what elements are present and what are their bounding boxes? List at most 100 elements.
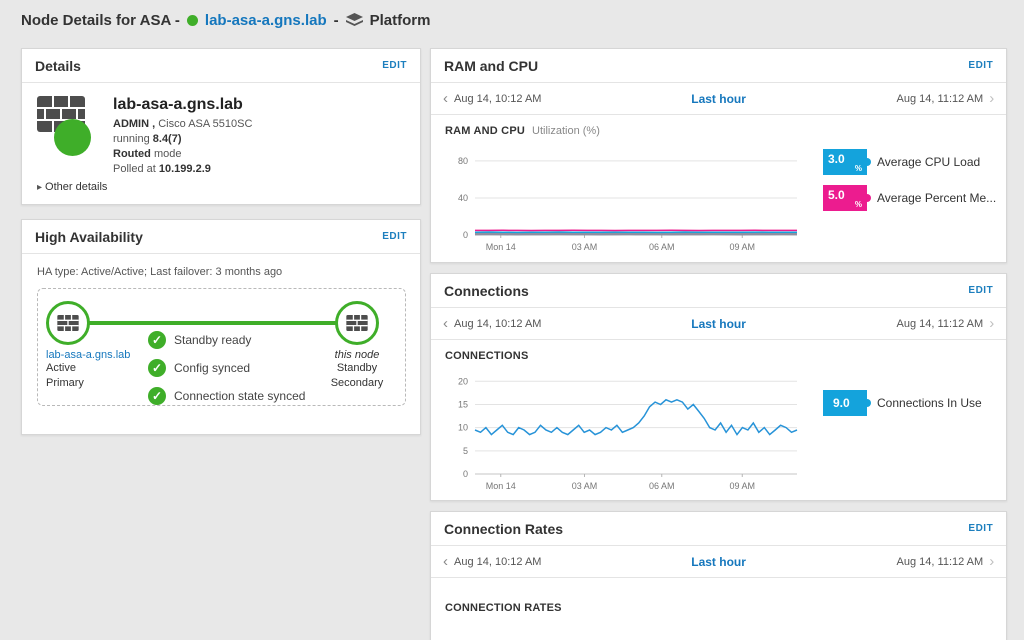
time-range-selector[interactable]: Last hour	[603, 555, 834, 569]
connections-edit-button[interactable]: EDIT	[968, 285, 993, 296]
time-start: Aug 14, 10:12 AM	[454, 556, 541, 568]
memory-value-badge: 5.0 %	[823, 185, 867, 211]
time-prev-icon[interactable]: ‹	[443, 91, 448, 106]
time-prev-icon[interactable]: ‹	[443, 554, 448, 569]
svg-text:80: 80	[458, 156, 468, 166]
svg-text:Mon 14: Mon 14	[486, 481, 516, 491]
ha-node-standby: this node Standby Secondary	[322, 301, 392, 391]
ram-cpu-card-header: RAM and CPU EDIT	[431, 49, 1006, 83]
device-version: running 8.4(7)	[113, 132, 252, 147]
connections-title: Connections	[444, 283, 529, 299]
connection-rates-card: Connection Rates EDIT ‹ Aug 14, 10:12 AM…	[430, 511, 1007, 640]
svg-text:40: 40	[458, 193, 468, 203]
svg-text:15: 15	[458, 399, 468, 409]
ha-standby-node-icon	[335, 301, 379, 345]
ha-primary-node-icon	[46, 301, 90, 345]
svg-text:06 AM: 06 AM	[649, 481, 675, 491]
connections-value-badge: 9.0	[823, 390, 867, 416]
node-up-status-icon	[54, 119, 91, 156]
ha-primary-state: Active	[46, 361, 166, 376]
svg-text:Mon 14: Mon 14	[486, 242, 516, 252]
details-edit-button[interactable]: EDIT	[382, 60, 407, 71]
time-range-selector[interactable]: Last hour	[603, 317, 834, 331]
time-range-selector[interactable]: Last hour	[603, 92, 834, 106]
ram-cpu-card: RAM and CPU EDIT ‹ Aug 14, 10:12 AM Last…	[430, 48, 1007, 263]
svg-text:0: 0	[463, 230, 468, 240]
legend-item-cpu: 3.0 % Average CPU Load	[823, 149, 996, 175]
ha-primary-node-link[interactable]: lab-asa-a.gns.lab	[46, 349, 166, 361]
svg-text:09 AM: 09 AM	[730, 242, 756, 252]
ram-cpu-title: RAM and CPU	[444, 58, 538, 74]
connection-rates-card-header: Connection Rates EDIT	[431, 512, 1006, 546]
platform-icon	[346, 13, 363, 28]
ha-standby-this-node: this node	[335, 349, 380, 361]
cpu-value-badge: 3.0 %	[823, 149, 867, 175]
device-role-model: ADMIN , Cisco ASA 5510SC	[113, 117, 252, 132]
svg-text:20: 20	[458, 376, 468, 386]
time-next-icon[interactable]: ›	[989, 316, 994, 331]
details-card: Details EDIT	[21, 48, 421, 205]
time-start: Aug 14, 10:12 AM	[454, 93, 541, 105]
svg-text:09 AM: 09 AM	[730, 481, 756, 491]
connection-rates-timebar: ‹ Aug 14, 10:12 AM Last hour Aug 14, 11:…	[431, 546, 1006, 578]
ha-edit-button[interactable]: EDIT	[382, 231, 407, 242]
ram-cpu-legend: 3.0 % Average CPU Load 5.0 % Average Per…	[823, 149, 996, 253]
details-body: lab-asa-a.gns.lab ADMIN , Cisco ASA 5510…	[22, 83, 420, 177]
ha-card: High Availability EDIT HA type: Active/A…	[21, 219, 421, 435]
platform-label: Platform	[370, 12, 431, 29]
svg-text:10: 10	[458, 423, 468, 433]
time-prev-icon[interactable]: ‹	[443, 316, 448, 331]
ha-topology-box: lab-asa-a.gns.lab Active Primary ✓ Stand…	[37, 288, 406, 406]
connections-card: Connections EDIT ‹ Aug 14, 10:12 AM Last…	[430, 273, 1007, 501]
ha-check-item: ✓ Config synced	[148, 359, 305, 377]
right-column: RAM and CPU EDIT ‹ Aug 14, 10:12 AM Last…	[430, 48, 1007, 640]
details-title: Details	[35, 58, 81, 74]
connections-chart: 0 5 10 15 20 Mon 14 03 AM 06 AM 09 AM	[445, 366, 805, 492]
title-separator: -	[334, 12, 339, 29]
device-polled: Polled at 10.199.2.9	[113, 162, 252, 177]
time-start: Aug 14, 10:12 AM	[454, 318, 541, 330]
ram-cpu-chart-label: RAM AND CPU Utilization (%)	[431, 115, 1006, 139]
ram-cpu-chart: 0 40 80 Mon 14 03 AM 06 AM 09 AM	[445, 141, 805, 253]
svg-text:03 AM: 03 AM	[572, 242, 598, 252]
expand-triangle-icon: ▸	[37, 182, 42, 193]
device-info: lab-asa-a.gns.lab ADMIN , Cisco ASA 5510…	[103, 96, 252, 177]
ha-check-list: ✓ Standby ready ✓ Config synced ✓ Connec…	[148, 331, 305, 405]
node-name-link[interactable]: lab-asa-a.gns.lab	[205, 12, 327, 29]
time-end: Aug 14, 11:12 AM	[897, 93, 984, 105]
connections-chart-label: CONNECTIONS	[431, 340, 1006, 364]
legend-item-memory: 5.0 % Average Percent Me...	[823, 185, 996, 211]
ha-summary: HA type: Active/Active; Last failover: 3…	[22, 254, 420, 288]
connection-rates-chart-label: CONNECTION RATES	[431, 578, 1006, 624]
device-mode: Routed mode	[113, 147, 252, 162]
time-next-icon[interactable]: ›	[989, 554, 994, 569]
ram-cpu-timebar: ‹ Aug 14, 10:12 AM Last hour Aug 14, 11:…	[431, 83, 1006, 115]
device-name: lab-asa-a.gns.lab	[113, 96, 252, 114]
ram-cpu-edit-button[interactable]: EDIT	[968, 60, 993, 71]
ha-standby-state: Standby	[337, 361, 377, 376]
ha-check-item: ✓ Connection state synced	[148, 387, 305, 405]
svg-text:06 AM: 06 AM	[649, 242, 675, 252]
connection-rates-title: Connection Rates	[444, 521, 563, 537]
svg-text:5: 5	[463, 446, 468, 456]
node-status-dot	[187, 15, 198, 26]
details-card-header: Details EDIT	[22, 49, 420, 83]
ha-standby-role: Secondary	[331, 376, 384, 391]
time-next-icon[interactable]: ›	[989, 91, 994, 106]
device-icon-wrap	[37, 96, 103, 174]
page-title: Node Details for ASA -	[21, 12, 180, 29]
ha-title: High Availability	[35, 229, 143, 245]
svg-text:03 AM: 03 AM	[572, 481, 598, 491]
connections-timebar: ‹ Aug 14, 10:12 AM Last hour Aug 14, 11:…	[431, 308, 1006, 340]
time-end: Aug 14, 11:12 AM	[897, 318, 984, 330]
ha-card-header: High Availability EDIT	[22, 220, 420, 254]
ha-node-primary: lab-asa-a.gns.lab Active Primary	[46, 301, 166, 391]
ha-primary-role: Primary	[46, 376, 166, 391]
connection-rates-edit-button[interactable]: EDIT	[968, 523, 993, 534]
other-details-expander[interactable]: ▸Other details	[22, 177, 420, 203]
legend-item-connections: 9.0 Connections In Use	[823, 390, 982, 416]
svg-text:0: 0	[463, 469, 468, 479]
connections-card-header: Connections EDIT	[431, 274, 1006, 308]
page-header: Node Details for ASA - lab-asa-a.gns.lab…	[0, 0, 1024, 40]
time-end: Aug 14, 11:12 AM	[897, 556, 984, 568]
